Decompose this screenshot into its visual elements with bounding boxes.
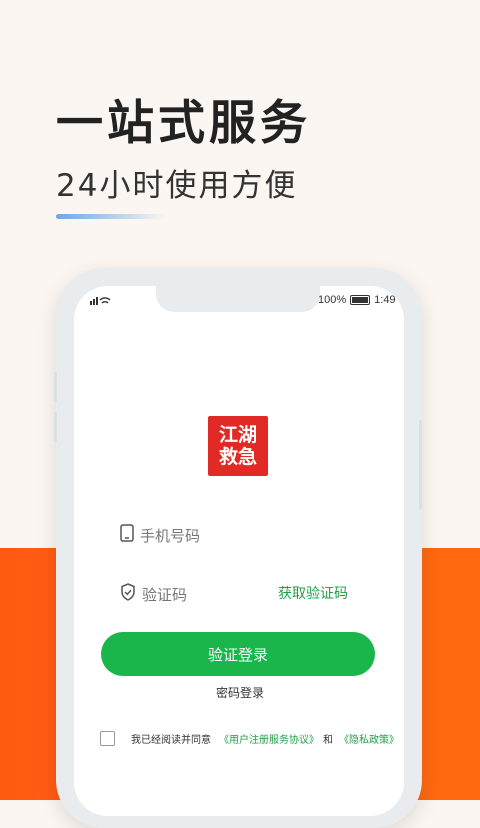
phone-volume-button xyxy=(54,372,57,402)
phone-number-placeholder: 手机号码 xyxy=(140,527,201,545)
battery-percent: 100% xyxy=(318,294,347,306)
shield-check-icon xyxy=(120,583,136,605)
user-agreement-link[interactable]: 《用户注册服务协议》 xyxy=(219,731,319,746)
headline: 一站式服务 xyxy=(56,96,311,151)
app-logo: 江湖 救急 xyxy=(208,416,268,476)
verification-code-placeholder: 验证码 xyxy=(142,586,188,604)
phone-power-button xyxy=(419,420,422,510)
status-bar-left xyxy=(90,295,112,308)
verify-login-button[interactable]: 验证登录 xyxy=(101,632,375,676)
password-login-link-text[interactable]: 密码登录 xyxy=(216,686,264,700)
agreement-connector: 和 xyxy=(323,735,333,746)
subheadline: 24小时使用方便 xyxy=(56,168,298,204)
phone-number-input[interactable]: 手机号码 xyxy=(120,524,200,546)
logo-line-1: 江湖 xyxy=(218,424,257,446)
verification-code-input[interactable]: 验证码 xyxy=(120,583,187,605)
password-login-link: 密码登录 xyxy=(0,684,480,701)
status-bar-right: 100% 1:49 xyxy=(318,294,396,306)
mobile-phone-icon xyxy=(120,524,134,546)
battery-icon xyxy=(350,295,371,305)
agreement-prefix: 我已经阅读并同意 xyxy=(131,735,211,746)
get-code-button[interactable]: 获取验证码 xyxy=(278,583,348,603)
signal-icon xyxy=(90,295,112,308)
phone-notch xyxy=(156,286,320,312)
agreement-checkbox[interactable] xyxy=(100,731,115,746)
accent-bar xyxy=(56,214,166,219)
phone-volume-button xyxy=(54,412,57,442)
logo-line-2: 救急 xyxy=(218,446,257,468)
agreement-row: 我已经阅读并同意 《用户注册服务协议》 和 《隐私政策》 xyxy=(100,731,399,746)
status-time: 1:49 xyxy=(374,294,396,306)
privacy-policy-link[interactable]: 《隐私政策》 xyxy=(339,731,399,746)
